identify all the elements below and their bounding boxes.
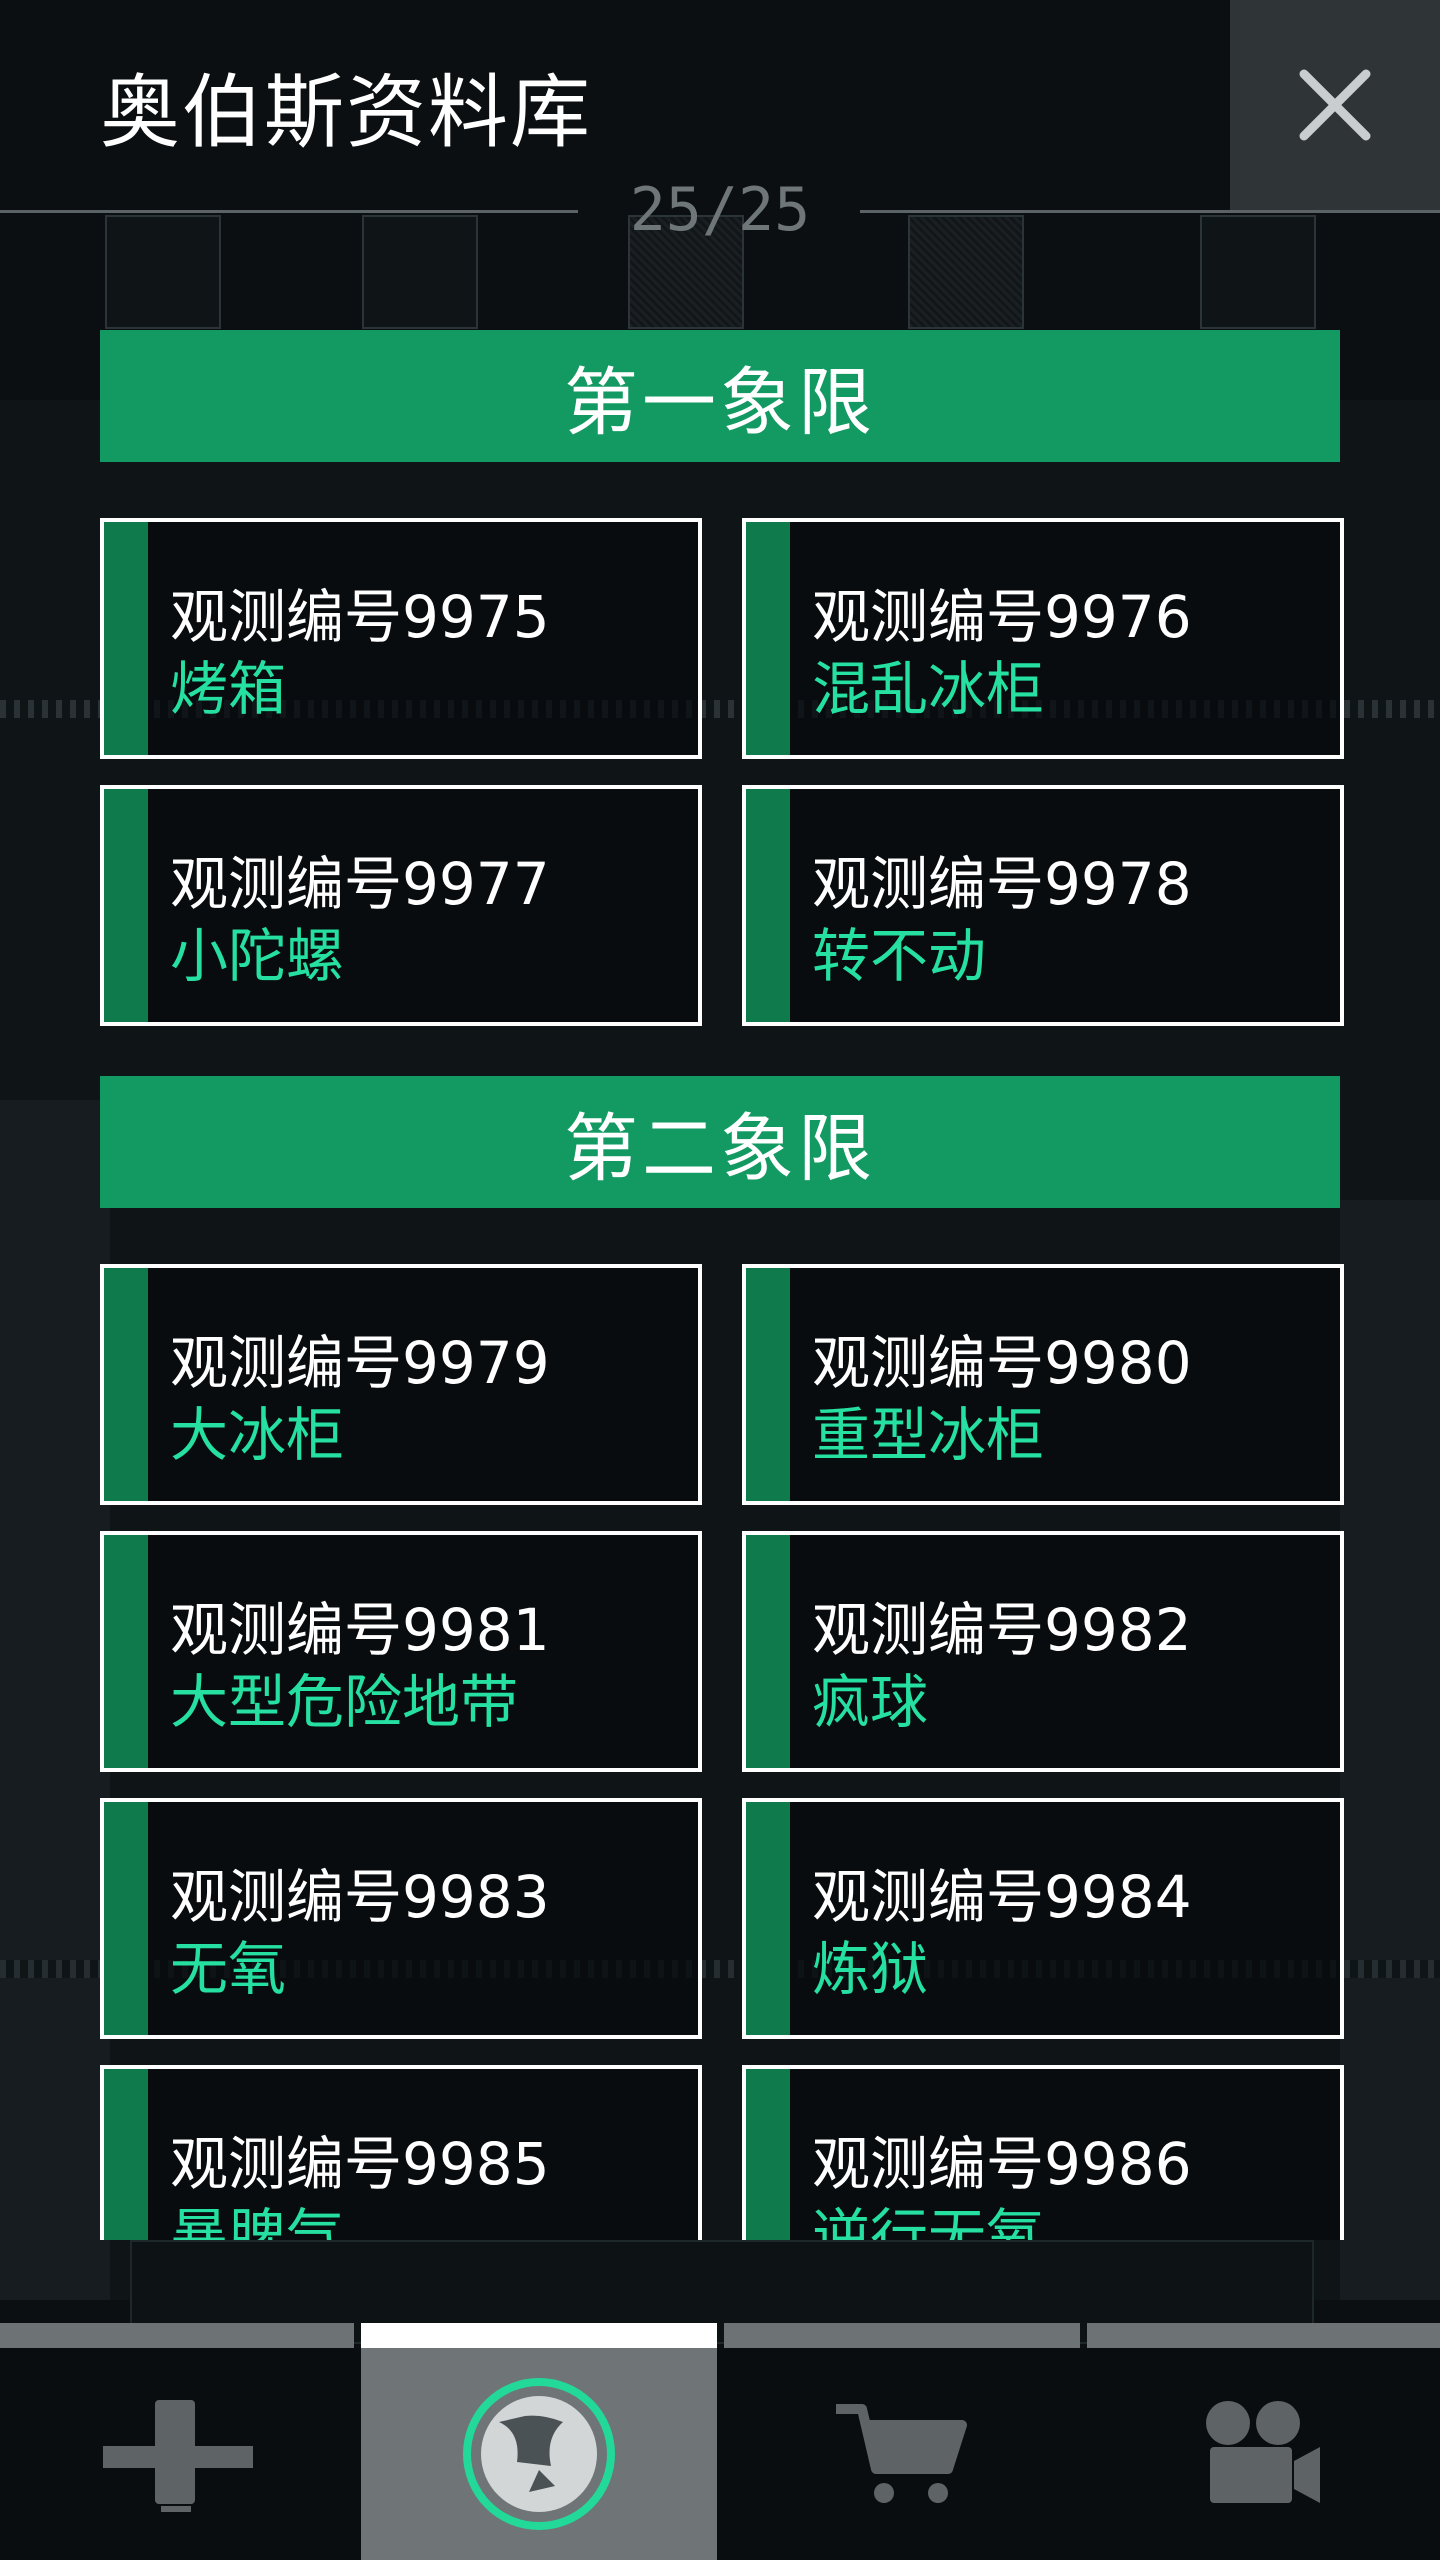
card-stripe [746, 1802, 790, 2035]
tab-indicators [0, 2323, 1440, 2348]
entry-card-9984[interactable]: 观测编号9984 炼狱 [742, 1798, 1344, 2039]
card-stripe [746, 2069, 790, 2240]
header-divider-right [860, 210, 1440, 213]
card-stripe [104, 789, 148, 1022]
entry-card-9981[interactable]: 观测编号9981 大型危险地带 [100, 1531, 702, 1772]
entry-card-9978[interactable]: 观测编号9978 转不动 [742, 785, 1344, 1026]
entry-name: 炼狱 [812, 1935, 929, 2003]
entry-name: 烤箱 [170, 655, 287, 723]
card-stripe [104, 2069, 148, 2240]
section-header-quadrant-2: 第二象限 [100, 1076, 1340, 1208]
tab-indicator-2 [724, 2323, 1080, 2348]
card-stripe [746, 522, 790, 755]
entry-name: 大型危险地带 [170, 1668, 519, 1736]
entry-card-9980[interactable]: 观测编号9980 重型冰柜 [742, 1264, 1344, 1505]
entry-name: 逆行无氧 [812, 2202, 1045, 2240]
section-header-quadrant-1: 第一象限 [100, 330, 1340, 462]
tab-indicator-3 [1087, 2323, 1440, 2348]
card-stripe [746, 1268, 790, 1501]
entry-card-9977[interactable]: 观测编号9977 小陀螺 [100, 785, 702, 1026]
entry-name: 大冰柜 [170, 1401, 345, 1469]
tab-indicator-1 [361, 2323, 717, 2348]
tab-indicator-0 [0, 2323, 354, 2348]
entry-card-9985[interactable]: 观测编号9985 暴脾气 [100, 2065, 702, 2240]
header-divider-left [0, 210, 578, 213]
nav-tab-video[interactable] [1087, 2348, 1440, 2560]
entry-card-9982[interactable]: 观测编号9982 疯球 [742, 1531, 1344, 1772]
entry-name: 无氧 [170, 1935, 287, 2003]
entry-card-9983[interactable]: 观测编号9983 无氧 [100, 1798, 702, 2039]
card-stripe [746, 1535, 790, 1768]
shopping-cart-icon [836, 2404, 967, 2503]
entry-card-9986[interactable]: 观测编号9986 逆行无氧 [742, 2065, 1344, 2240]
archive-list[interactable]: 第一象限 观测编号9975 烤箱 观测编号9976 混乱冰柜 观测编号9977 … [0, 240, 1440, 2240]
card-stripe [104, 1802, 148, 2035]
bottom-nav [0, 2348, 1440, 2560]
entry-name: 混乱冰柜 [812, 655, 1045, 723]
entry-name: 小陀螺 [170, 922, 345, 990]
card-stripe [746, 789, 790, 1022]
card-stripe [104, 1268, 148, 1501]
nav-tab-planet[interactable] [361, 2348, 717, 2560]
telescope-icon [103, 2400, 253, 2512]
entry-card-9975[interactable]: 观测编号9975 烤箱 [100, 518, 702, 759]
card-stripe [104, 1535, 148, 1768]
entry-name: 暴脾气 [170, 2202, 345, 2240]
card-stripe [104, 522, 148, 755]
close-icon [1299, 69, 1371, 141]
video-camera-icon [1206, 2401, 1320, 2503]
planet-icon [463, 2378, 615, 2530]
entry-name: 疯球 [812, 1668, 929, 1736]
nav-tab-telescope[interactable] [0, 2348, 356, 2560]
entry-name: 重型冰柜 [812, 1401, 1045, 1469]
page-title: 奥伯斯资料库 [100, 66, 592, 159]
entry-card-9976[interactable]: 观测编号9976 混乱冰柜 [742, 518, 1344, 759]
nav-tab-shop[interactable] [724, 2348, 1080, 2560]
entry-name: 转不动 [812, 922, 987, 990]
page-counter: 25/25 [629, 175, 811, 245]
entry-card-9979[interactable]: 观测编号9979 大冰柜 [100, 1264, 702, 1505]
close-button[interactable] [1230, 0, 1440, 210]
